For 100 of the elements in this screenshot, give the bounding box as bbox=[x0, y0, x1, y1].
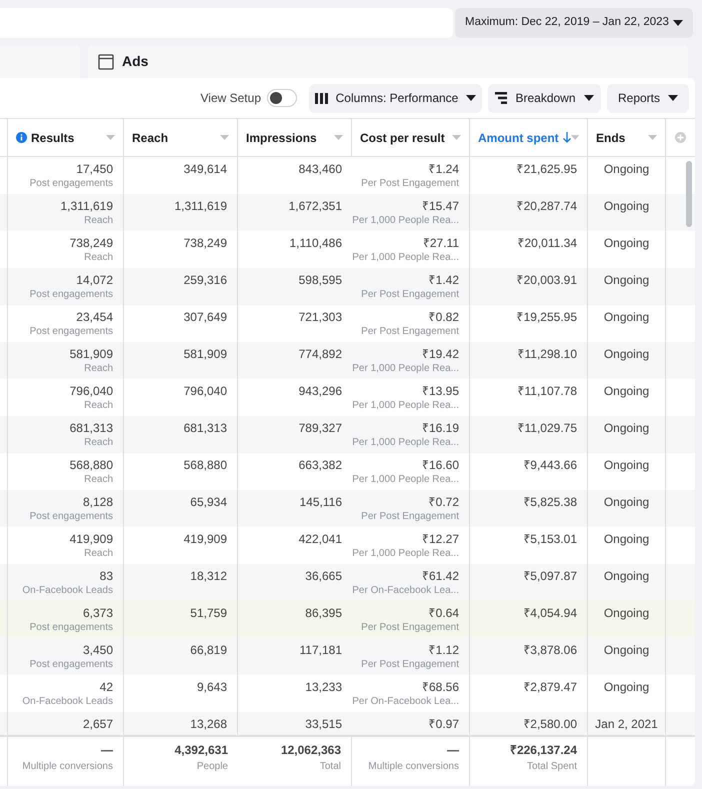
table-cell: ₹68.56 bbox=[422, 680, 459, 694]
table-cell: 65,934 bbox=[190, 495, 227, 509]
table-cell: 349,614 bbox=[184, 162, 227, 176]
cell-subtext: Per Post Engagement bbox=[361, 288, 459, 301]
table-cell: 943,296 bbox=[298, 384, 342, 398]
table-cell: ₹0.97 bbox=[428, 717, 459, 731]
table-cell: 796,040 bbox=[70, 384, 113, 398]
table-cell: Ongoing bbox=[604, 643, 650, 657]
total-label: Total bbox=[320, 760, 341, 774]
table-cell: Ongoing bbox=[604, 236, 650, 250]
table-cell: 2,657 bbox=[82, 717, 113, 731]
table-cell: 663,382 bbox=[298, 458, 342, 472]
table-cell: 796,040 bbox=[184, 384, 227, 398]
table-row[interactable]: 1,311,619 Reach 1,311,619 1,672,351 ₹15.47 Per 1,000 People Rea... ₹20,287.74 Ongoing bbox=[0, 194, 695, 231]
date-range-label: Maximum: Dec 22, 2019 – Jan 22, 2023 bbox=[465, 14, 669, 30]
column-header[interactable]: Amount spent bbox=[478, 128, 571, 146]
cell-subtext: Reach bbox=[84, 436, 113, 449]
cell-subtext: Post engagements bbox=[30, 325, 113, 338]
table-cell: ₹16.19 bbox=[422, 421, 459, 435]
table-cell: ₹2,879.47 bbox=[523, 680, 577, 694]
table-cell: Ongoing bbox=[604, 162, 650, 176]
table-cell: 18,312 bbox=[190, 569, 227, 583]
total-value: — bbox=[101, 743, 113, 758]
table-row[interactable]: 14,072 Post engagements 259,316 598,595 ₹1.42 Per Post Engagement ₹20,003.91 Ongoing bbox=[0, 268, 695, 305]
total-value: 12,062,363 bbox=[280, 743, 341, 758]
table-cell: Jan 2, 2021 bbox=[595, 717, 658, 731]
cell-subtext: Post engagements bbox=[30, 288, 113, 301]
cell-subtext: Post engagements bbox=[30, 510, 113, 523]
column-header[interactable]: Reach bbox=[132, 128, 168, 146]
total-label: Multiple conversions bbox=[22, 760, 113, 774]
table-cell: ₹20,003.91 bbox=[516, 273, 577, 287]
table-cell: 843,460 bbox=[298, 162, 342, 176]
cell-subtext: Per 1,000 People Rea... bbox=[352, 436, 459, 449]
columns-button[interactable]: Columns: Performance bbox=[309, 84, 482, 112]
table-cell: 83 bbox=[100, 569, 113, 583]
table-cell: ₹1.42 bbox=[428, 273, 459, 287]
table-cell: 259,316 bbox=[184, 273, 227, 287]
cell-subtext: Post engagements bbox=[30, 621, 113, 634]
table-row[interactable]: 6,373 Post engagements 51,759 86,395 ₹0.64 Per Post Engagement ₹4,054.94 Ongoing bbox=[0, 601, 695, 638]
table-cell: ₹21,625.95 bbox=[516, 162, 577, 176]
column-header[interactable]: Ends bbox=[596, 128, 626, 146]
table-cell: ₹2,580.00 bbox=[523, 717, 577, 731]
cell-subtext: Per 1,000 People Rea... bbox=[352, 251, 459, 264]
cell-subtext: Per Post Engagement bbox=[361, 177, 459, 190]
table-cell: 568,880 bbox=[70, 458, 113, 472]
table-cell: ₹0.72 bbox=[428, 495, 459, 509]
total-label: Multiple conversions bbox=[368, 760, 459, 774]
table-cell: Ongoing bbox=[604, 310, 650, 324]
ads-tab[interactable]: Ads bbox=[88, 45, 688, 78]
cell-subtext: Reach bbox=[84, 251, 113, 264]
table-cell: Ongoing bbox=[604, 680, 650, 694]
table-row[interactable]: 581,909 Reach 581,909 774,892 ₹19.42 Per 1,000 People Rea... ₹11,298.10 Ongoing bbox=[0, 342, 695, 379]
table-cell: Ongoing bbox=[604, 421, 650, 435]
column-header[interactable]: Cost per result bbox=[360, 128, 445, 146]
cell-subtext: Per 1,000 People Rea... bbox=[352, 362, 459, 375]
table-cell: ₹4,054.94 bbox=[523, 606, 577, 620]
table-cell: ₹9,443.66 bbox=[523, 458, 577, 472]
table-cell: Ongoing bbox=[604, 532, 650, 546]
cell-subtext: Reach bbox=[84, 547, 113, 560]
table-cell: 422,041 bbox=[298, 532, 342, 546]
table-cell: 1,672,351 bbox=[288, 199, 342, 213]
cell-subtext: On-Facebook Leads bbox=[22, 695, 113, 708]
table-cell: Ongoing bbox=[604, 199, 650, 213]
table-row[interactable]: 3,450 Post engagements 66,819 117,181 ₹1.12 Per Post Engagement ₹3,878.06 Ongoing bbox=[0, 638, 695, 675]
table-cell: 86,395 bbox=[305, 606, 342, 620]
reports-button[interactable]: Reports bbox=[607, 84, 689, 112]
column-header[interactable]: Results bbox=[16, 128, 74, 146]
table-cell: ₹20,287.74 bbox=[516, 199, 577, 213]
table-row[interactable]: 8,128 Post engagements 65,934 145,116 ₹0.72 Per Post Engagement ₹5,825.38 Ongoing bbox=[0, 490, 695, 527]
column-header[interactable]: Impressions bbox=[246, 128, 317, 146]
table-cell: ₹12.27 bbox=[422, 532, 459, 546]
table-cell: 3,450 bbox=[82, 643, 113, 657]
cell-subtext: Reach bbox=[84, 473, 113, 486]
cell-subtext: Reach bbox=[84, 362, 113, 375]
table-row[interactable]: 2,657 13,268 33,515 ₹0.97 ₹2,580.00 Jan 2, 2021 bbox=[0, 712, 695, 735]
table-cell: 17,450 bbox=[76, 162, 113, 176]
tab-label: Ads bbox=[122, 52, 148, 71]
table-cell: 738,249 bbox=[70, 236, 113, 250]
table-cell: 419,909 bbox=[184, 532, 227, 546]
date-range-dropdown[interactable]: Maximum: Dec 22, 2019 – Jan 22, 2023 bbox=[455, 8, 693, 38]
table-cell: 721,303 bbox=[298, 310, 342, 324]
cell-subtext: Per Post Engagement bbox=[361, 325, 459, 338]
total-value: — bbox=[447, 743, 459, 758]
cell-subtext: Post engagements bbox=[30, 177, 113, 190]
table-cell: ₹13.95 bbox=[422, 384, 459, 398]
table-row[interactable]: 83 On-Facebook Leads 18,312 36,665 ₹61.42 Per On-Facebook Lea... ₹5,097.87 Ongoing bbox=[0, 564, 695, 601]
table-cell: 117,181 bbox=[300, 643, 342, 657]
cell-subtext: Per On-Facebook Lea... bbox=[352, 695, 459, 708]
table-cell: ₹16.60 bbox=[422, 458, 459, 472]
cell-subtext: Per Post Engagement bbox=[361, 510, 459, 523]
table-cell: 42 bbox=[100, 680, 113, 694]
table-row[interactable]: 681,313 Reach 681,313 789,327 ₹16.19 Per 1,000 People Rea... ₹11,029.75 Ongoing bbox=[0, 416, 695, 453]
total-label: People bbox=[196, 760, 228, 774]
table-cell: ₹11,029.75 bbox=[518, 421, 577, 435]
cell-subtext: Per 1,000 People Rea... bbox=[352, 547, 459, 560]
table-cell: ₹1.24 bbox=[428, 162, 459, 176]
cell-subtext: Per On-Facebook Lea... bbox=[352, 584, 459, 597]
view-setup-label: View Setup bbox=[200, 90, 261, 107]
breakdown-button[interactable]: Breakdown bbox=[488, 84, 601, 112]
table-cell: 738,249 bbox=[184, 236, 227, 250]
